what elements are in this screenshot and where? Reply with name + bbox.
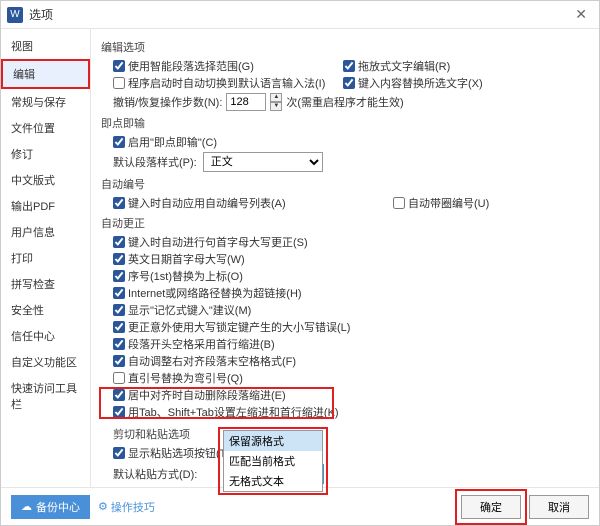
sidebar-item-spell[interactable]: 拼写检查 <box>1 271 90 297</box>
sidebar-item-general[interactable]: 常规与保存 <box>1 89 90 115</box>
sidebar-item-qat[interactable]: 快速访问工具栏 <box>1 375 90 417</box>
paste-dropdown-list: 保留源格式 匹配当前格式 无格式文本 <box>223 430 323 492</box>
app-icon: W <box>7 7 23 23</box>
chk-ac-9[interactable] <box>113 389 125 401</box>
sidebar-item-ribbon[interactable]: 自定义功能区 <box>1 349 90 375</box>
chk-ac-2[interactable] <box>113 270 125 282</box>
chk-ac-7[interactable] <box>113 355 125 367</box>
style-label: 默认段落样式(P): <box>113 154 197 170</box>
chk-ac-3[interactable] <box>113 287 125 299</box>
undo-steps-input[interactable] <box>226 93 266 111</box>
default-style-select[interactable]: 正文 <box>203 152 323 172</box>
chk-auto-number-list[interactable] <box>113 197 125 209</box>
paste-option-keep-source[interactable]: 保留源格式 <box>224 431 322 451</box>
gear-icon: ⚙ <box>98 500 108 513</box>
sidebar: 视图 编辑 常规与保存 文件位置 修订 中文版式 输出PDF 用户信息 打印 拼… <box>1 29 91 487</box>
spin-up-icon[interactable]: ▲ <box>270 93 282 102</box>
chk-ac-0[interactable] <box>113 236 125 248</box>
spin-down-icon[interactable]: ▼ <box>270 102 282 111</box>
close-icon[interactable]: ✕ <box>569 6 593 23</box>
chk-replace-sel[interactable] <box>343 77 355 89</box>
chk-auto-band[interactable] <box>393 197 405 209</box>
chk-smart-select[interactable] <box>113 60 125 72</box>
chk-ac-4[interactable] <box>113 304 125 316</box>
chk-drag-text[interactable] <box>343 60 355 72</box>
sidebar-item-cjk[interactable]: 中文版式 <box>1 167 90 193</box>
section-edit-options: 编辑选项 <box>101 39 589 55</box>
chk-ac-5[interactable] <box>113 321 125 333</box>
cloud-icon: ☁ <box>21 500 32 513</box>
chk-ac-1[interactable] <box>113 253 125 265</box>
sidebar-item-security[interactable]: 安全性 <box>1 297 90 323</box>
undo-label: 撤销/恢复操作步数(N): <box>113 94 222 110</box>
section-click-type: 即点即输 <box>101 115 589 131</box>
ok-button[interactable]: 确定 <box>461 495 521 519</box>
undo-suffix: 次(需重启程序才能生效) <box>286 94 403 110</box>
paste-option-match-dest[interactable]: 匹配当前格式 <box>224 451 322 471</box>
chk-ac-8[interactable] <box>113 372 125 384</box>
chk-show-paste-btn[interactable] <box>113 447 125 459</box>
sidebar-item-trust[interactable]: 信任中心 <box>1 323 90 349</box>
chk-click-type[interactable] <box>113 136 125 148</box>
sidebar-item-pdf[interactable]: 输出PDF <box>1 193 90 219</box>
sidebar-item-view[interactable]: 视图 <box>1 33 90 59</box>
chk-ac-6[interactable] <box>113 338 125 350</box>
section-auto-correct: 自动更正 <box>101 215 589 231</box>
cancel-button[interactable]: 取消 <box>529 495 589 519</box>
chk-ac-10[interactable] <box>113 406 125 418</box>
tips-link[interactable]: ⚙操作技巧 <box>98 499 155 515</box>
backup-center-button[interactable]: ☁备份中心 <box>11 495 90 519</box>
chk-auto-ime[interactable] <box>113 77 125 89</box>
sidebar-item-print[interactable]: 打印 <box>1 245 90 271</box>
window-title: 选项 <box>29 6 53 23</box>
section-paste: 剪切和粘贴选项 <box>101 426 589 442</box>
sidebar-item-edit[interactable]: 编辑 <box>1 59 90 89</box>
paste-option-text-only[interactable]: 无格式文本 <box>224 471 322 491</box>
section-auto-number: 自动编号 <box>101 176 589 192</box>
sidebar-item-filelocation[interactable]: 文件位置 <box>1 115 90 141</box>
default-paste-label: 默认粘贴方式(D): <box>113 466 223 482</box>
sidebar-item-userinfo[interactable]: 用户信息 <box>1 219 90 245</box>
sidebar-item-revision[interactable]: 修订 <box>1 141 90 167</box>
